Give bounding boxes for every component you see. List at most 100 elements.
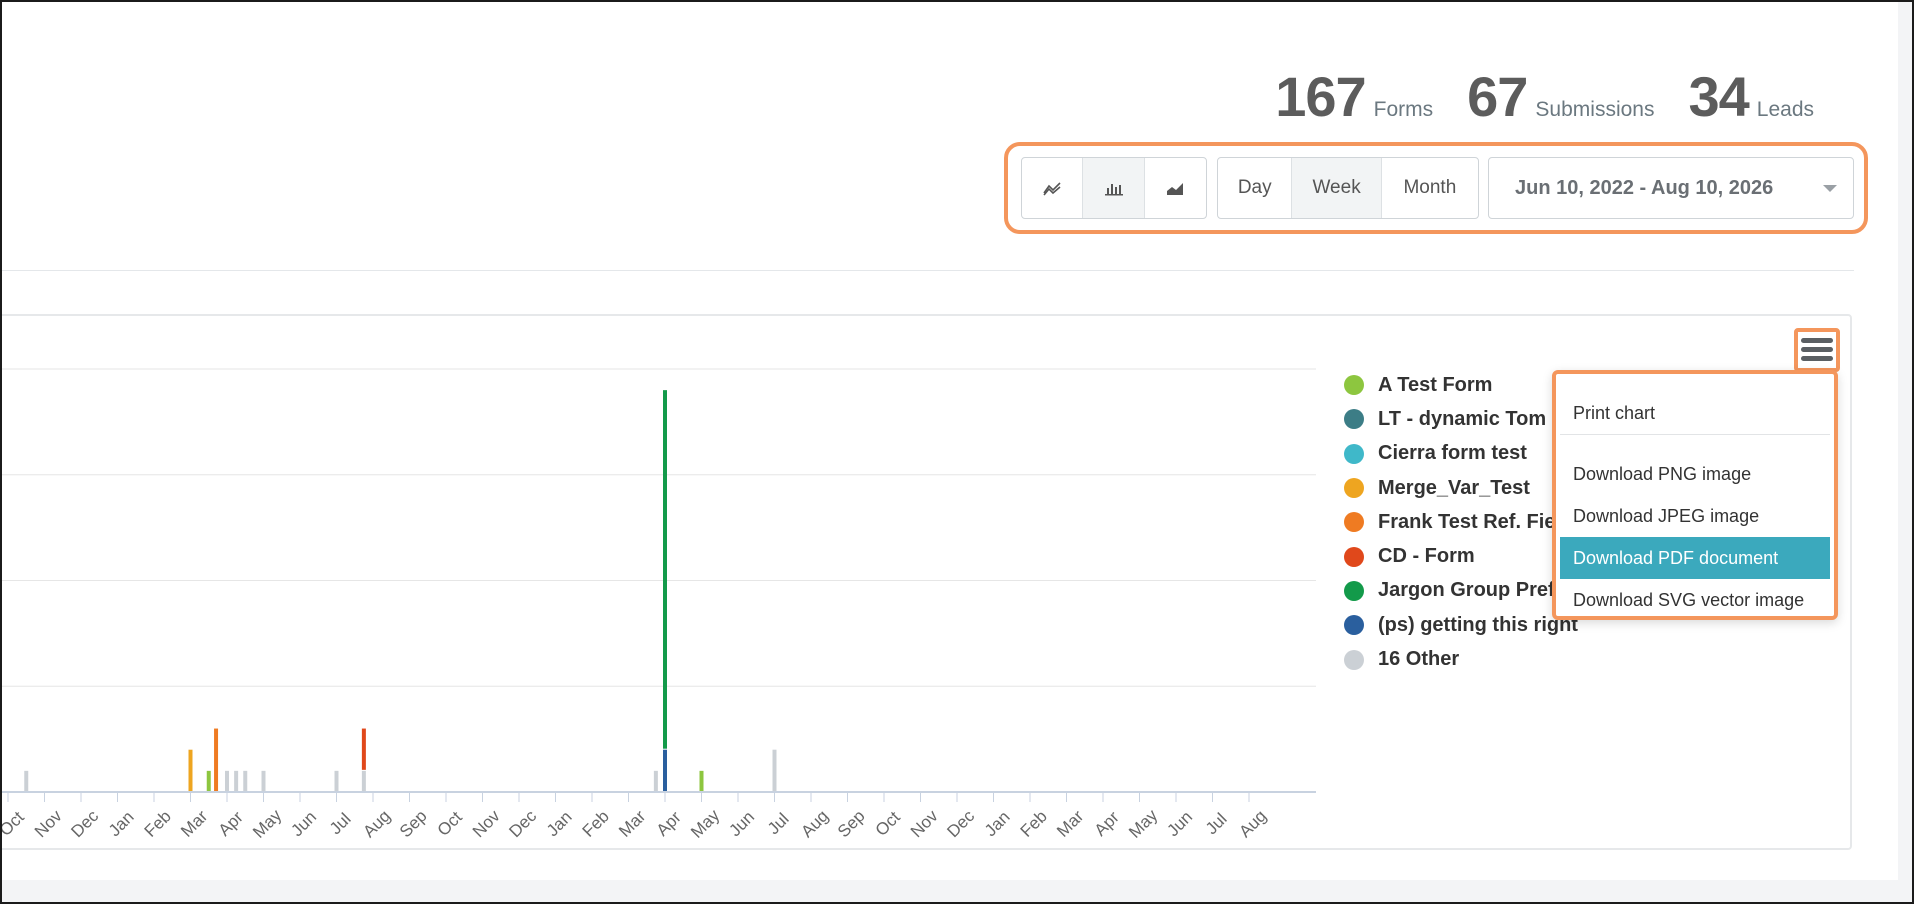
stat-submissions-value: 67 (1467, 65, 1528, 128)
x-tick-label: Jan (981, 807, 1014, 840)
bar-chart-button[interactable] (1083, 158, 1145, 218)
period-month-button[interactable]: Month (1382, 158, 1478, 218)
x-tick-label: Dec (67, 806, 102, 841)
x-tick-label: Jun (287, 807, 320, 840)
page-footer-background (2, 880, 1912, 902)
menu-item-download-pdf[interactable]: Download PDF document (1560, 537, 1830, 579)
legend-color-dot (1344, 375, 1364, 396)
bar-chart-icon (1104, 184, 1123, 196)
x-tick-label: Nov (469, 806, 504, 841)
stat-leads: 34 Leads (1688, 64, 1814, 129)
x-tick-label: Nov (31, 806, 66, 841)
x-tick-label: May (1125, 805, 1161, 841)
legend-color-dot (1344, 546, 1364, 567)
stats-summary: 167 Forms 67 Submissions 34 Leads (1275, 64, 1814, 129)
bar-segment (653, 770, 658, 791)
period-week-button[interactable]: Week (1292, 158, 1382, 218)
x-tick-label: Mar (1053, 806, 1087, 840)
legend-label: LT - dynamic Tom l (1378, 407, 1558, 430)
bar-segment (663, 390, 667, 749)
bar-segment (214, 728, 219, 791)
legend-color-dot (1344, 580, 1364, 601)
bar-segment (361, 728, 366, 770)
x-tick-label: Mar (615, 806, 649, 840)
x-tick-label: Jul (764, 809, 793, 838)
x-tick-label: Aug (1235, 806, 1270, 841)
area-chart-button[interactable] (1145, 158, 1206, 218)
x-tick-label: Jan (543, 807, 576, 840)
legend-color-dot (1344, 409, 1364, 430)
menu-item-download-png[interactable]: Download PNG image (1560, 453, 1830, 495)
chevron-down-icon (1823, 185, 1837, 192)
x-tick-label: Sep (834, 806, 869, 841)
legend-item[interactable]: Merge_Var_Test (1344, 471, 1578, 505)
bar-segment (699, 770, 704, 791)
legend-color-dot (1344, 443, 1364, 464)
date-range-picker[interactable]: Jun 10, 2022 - Aug 10, 2026 (1488, 157, 1854, 219)
x-tick-label: Apr (1091, 807, 1123, 839)
period-day-button[interactable]: Day (1218, 158, 1293, 218)
legend-color-dot (1344, 478, 1364, 499)
stat-forms-value: 167 (1275, 65, 1366, 128)
menu-item-download-svg[interactable]: Download SVG vector image (1560, 579, 1830, 621)
x-tick-label: Jun (1163, 807, 1196, 840)
menu-item-print-chart[interactable]: Print chart (1560, 392, 1830, 434)
x-tick-label: Feb (1017, 807, 1051, 841)
legend-item[interactable]: A Test Form (1344, 368, 1578, 402)
legend-item[interactable]: Cierra form test (1344, 437, 1578, 471)
legend-item[interactable]: Jargon Group Pref (1344, 574, 1578, 608)
period-selector: Day Week Month (1217, 157, 1479, 219)
bar-segment (234, 770, 239, 791)
chart-menu-button[interactable] (1799, 334, 1835, 366)
x-tick-label: Apr (215, 807, 247, 839)
x-tick-label: Jul (1202, 809, 1231, 838)
bar-segment (261, 770, 266, 791)
bar-segment (225, 770, 229, 791)
x-tick-label: Jun (725, 807, 758, 840)
legend-label: Frank Test Ref. Fie (1378, 510, 1556, 533)
hamburger-menu-icon (1799, 338, 1835, 361)
legend-item[interactable]: 16 Other (1344, 642, 1578, 676)
bar-segment (772, 749, 777, 791)
legend-label: Cierra form test (1378, 442, 1527, 465)
x-tick-label: Oct (872, 808, 904, 840)
legend-item[interactable]: LT - dynamic Tom l (1344, 402, 1578, 436)
legend-item[interactable]: CD - Form (1344, 539, 1578, 573)
stat-forms-label: Forms (1373, 98, 1434, 121)
legend-item[interactable]: Frank Test Ref. Fie (1344, 505, 1578, 539)
line-chart-icon (1043, 182, 1061, 196)
x-tick-label: Nov (907, 806, 942, 841)
x-tick-label: May (687, 805, 723, 841)
legend-color-dot (1344, 615, 1364, 636)
stat-leads-value: 34 (1688, 65, 1749, 128)
x-tick-label: Aug (359, 806, 394, 841)
x-tick-label: Jul (326, 809, 355, 838)
menu-item-download-jpeg[interactable]: Download JPEG image (1560, 495, 1830, 537)
x-tick-label: Feb (141, 807, 175, 841)
stat-submissions-label: Submissions (1535, 98, 1655, 121)
stat-submissions: 67 Submissions (1467, 64, 1654, 129)
legend-item[interactable]: (ps) getting this right (1344, 608, 1578, 642)
x-tick-label: Sep (396, 806, 431, 841)
x-tick-label: Jan (105, 807, 138, 840)
legend-label: Merge_Var_Test (1378, 476, 1530, 499)
legend-label: (ps) getting this right (1378, 613, 1578, 636)
x-tick-label: Dec (943, 806, 978, 841)
x-tick-label: Apr (653, 807, 685, 839)
x-tick-label: Feb (579, 807, 613, 841)
bar-segment (24, 770, 29, 791)
legend-color-dot (1344, 512, 1364, 533)
menu-separator (1560, 434, 1830, 435)
x-tick-label: Mar (177, 806, 211, 840)
legend-label: CD - Form (1378, 545, 1475, 568)
stat-forms: 167 Forms (1275, 64, 1433, 129)
legend-color-dot (1344, 649, 1364, 670)
app-window: 167 Forms 67 Submissions 34 Leads Day We… (0, 0, 1914, 904)
chart-legend: A Test Form LT - dynamic Tom l Cierra form… (1344, 368, 1578, 677)
x-tick-label: Oct (434, 808, 466, 840)
legend-label: A Test Form (1378, 373, 1493, 396)
date-range-value: Jun 10, 2022 - Aug 10, 2026 (1515, 176, 1774, 199)
line-chart-button[interactable] (1022, 158, 1084, 218)
x-tick-label: Dec (505, 806, 540, 841)
stat-leads-label: Leads (1756, 98, 1814, 121)
